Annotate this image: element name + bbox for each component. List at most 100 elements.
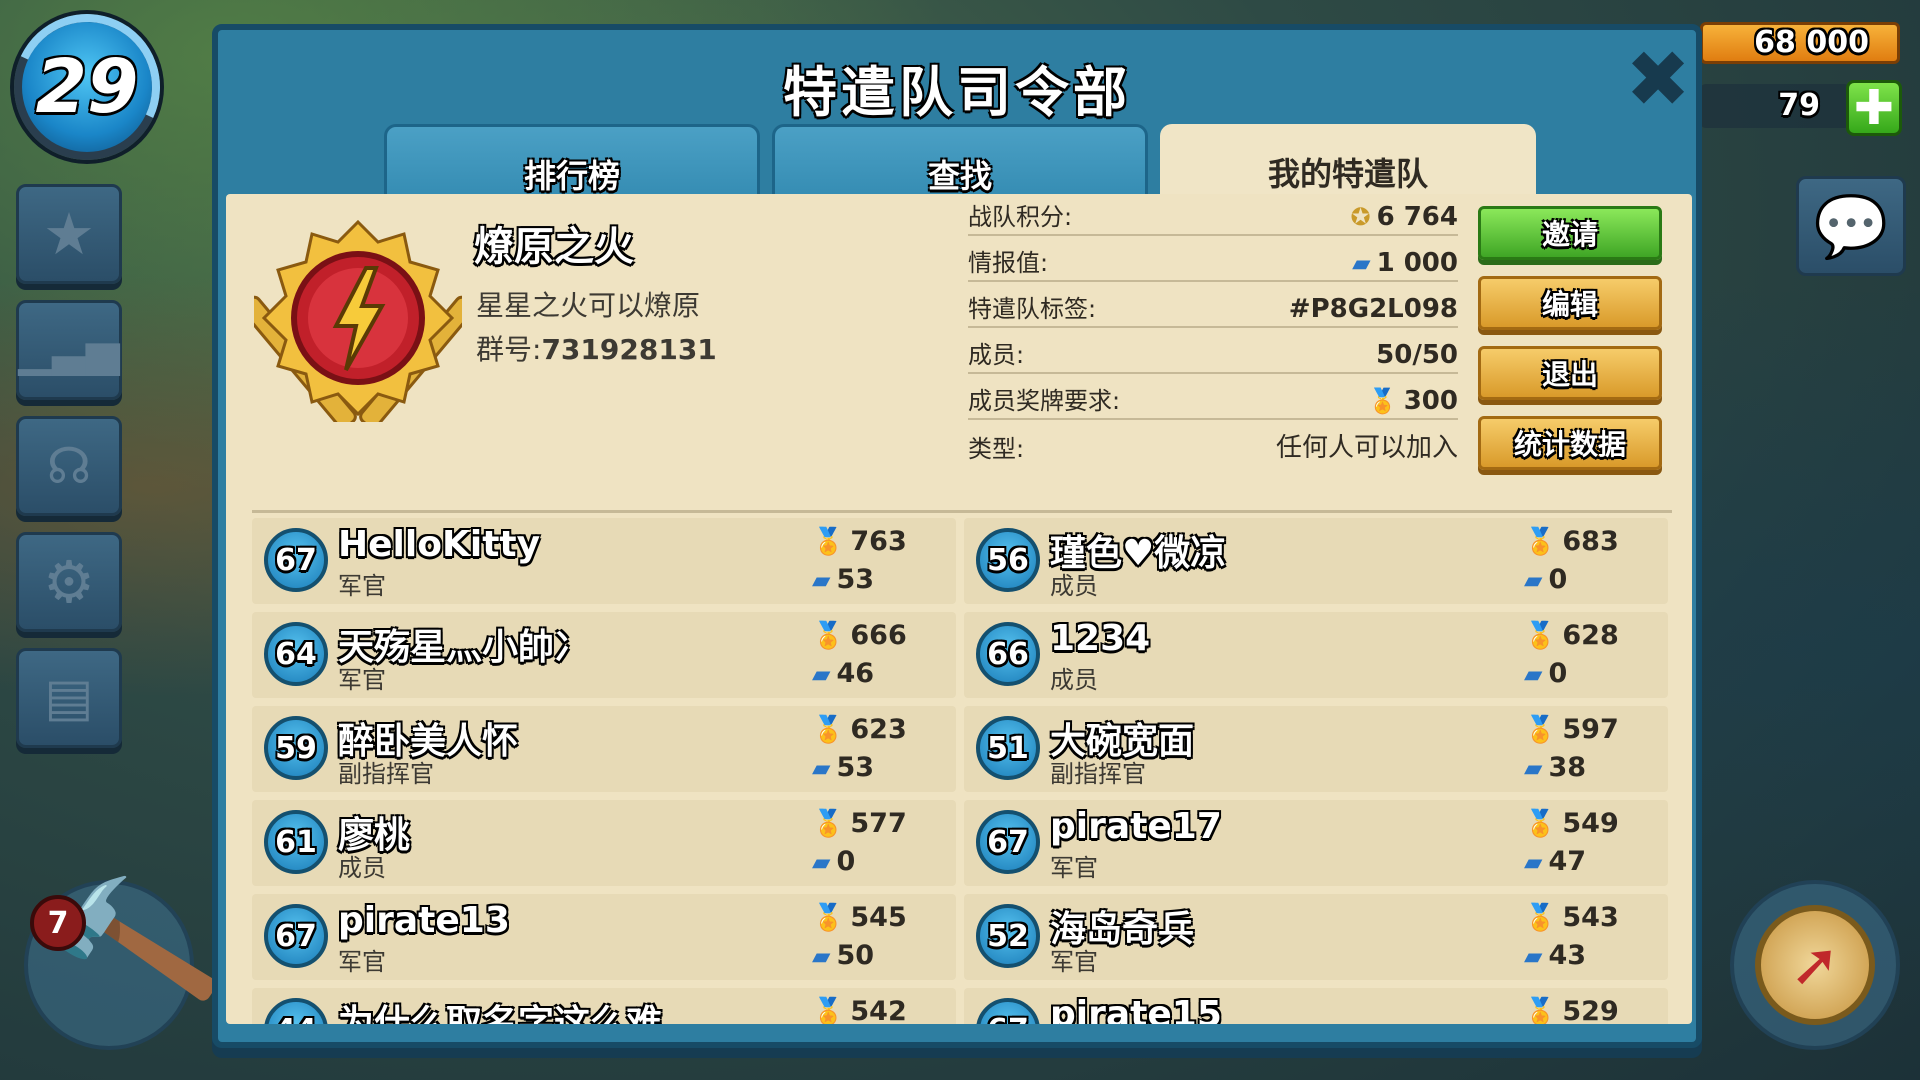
member-card[interactable]: 66 1234 成员 🏅 628 ▰ 0 — [964, 612, 1668, 698]
member-medals: 597 — [1562, 714, 1619, 745]
member-card[interactable]: 56 瑾色♥微凉 成员 🏅 683 ▰ 0 — [964, 518, 1668, 604]
intel-icon: ▰ — [812, 847, 831, 876]
member-card[interactable]: 67 pirate15 🏅529 — [964, 988, 1668, 1024]
member-role: 成员 — [338, 854, 386, 882]
intel-icon: ▰ — [1352, 249, 1371, 277]
member-card[interactable]: 52 海岛奇兵 军官 🏅 543 ▰ 43 — [964, 894, 1668, 980]
leaderboard-icon: ▁▃▅ — [18, 324, 120, 376]
member-card[interactable]: 51 大碗宽面 副指挥官 🏅 597 ▰ 38 — [964, 706, 1668, 792]
taskforce-hq-dialog: 特遣队司令部 ✖ 排行榜 查找 我的特遣队 燎原之火 星星之火可以燎原 群号:7… — [212, 24, 1702, 1048]
member-role: 军官 — [1050, 948, 1098, 976]
medal-icon: 🏅 — [1524, 808, 1557, 839]
leaderboard-button[interactable]: ▁▃▅ — [16, 300, 122, 400]
stat-team-score: 战队积分: ✪ 6 764 — [968, 198, 1458, 236]
member-medals: 628 — [1562, 620, 1619, 651]
member-intel: 50 — [836, 940, 875, 971]
intel-icon: ▰ — [812, 941, 831, 970]
medal-icon: 🏅 — [1524, 526, 1557, 557]
plus-icon: ✚ — [1853, 80, 1895, 136]
member-medals: 549 — [1562, 808, 1619, 839]
member-intel: 43 — [1548, 940, 1587, 971]
member-medals: 623 — [850, 714, 907, 745]
player-level-badge[interactable]: 29 — [0, 0, 181, 181]
medal-icon: 🏅 — [1524, 714, 1557, 745]
member-intel: 53 — [836, 752, 875, 783]
gear-icon: ⚙ — [43, 548, 95, 616]
member-level-badge: 44 — [264, 998, 328, 1024]
intel-icon: ▰ — [1524, 659, 1543, 688]
member-name: 1234 — [1050, 618, 1151, 659]
member-card[interactable]: 44 为什么取名字这么难 🏅542 — [252, 988, 956, 1024]
close-button[interactable]: ✖ — [1618, 40, 1698, 120]
member-role: 军官 — [338, 572, 386, 600]
dialog-title: 特遣队司令部 — [783, 61, 1131, 124]
diamond-counter: 79 — [1700, 84, 1850, 128]
member-role: 军官 — [338, 666, 386, 694]
stat-taskforce-tag: 特遣队标签: #P8G2L098 — [968, 290, 1458, 328]
member-name: pirate13 — [338, 900, 510, 941]
edit-button[interactable]: 编辑 — [1478, 276, 1662, 330]
builder-count-badge: 7 — [30, 895, 86, 951]
member-level-badge: 66 — [976, 622, 1040, 686]
member-card[interactable]: 59 醉卧美人怀 副指挥官 🏅 623 ▰ 53 — [252, 706, 956, 792]
member-level-badge: 64 — [264, 622, 328, 686]
stat-type: 类型: 任何人可以加入 — [968, 433, 1458, 463]
stat-intel: 情报值: ▰ 1 000 — [968, 244, 1458, 282]
compass-icon: ➚ — [1755, 905, 1875, 1025]
achievements-button[interactable]: ★ — [16, 184, 122, 284]
member-role: 副指挥官 — [1050, 760, 1146, 788]
member-level-badge: 51 — [976, 716, 1040, 780]
statistics-button[interactable]: 统计数据 — [1478, 416, 1662, 470]
my-taskforce-panel: 燎原之火 星星之火可以燎原 群号:731928131 战队积分: ✪ 6 764 … — [226, 194, 1692, 1024]
close-icon: ✖ — [1625, 35, 1691, 125]
member-medals: 763 — [850, 526, 907, 557]
member-card[interactable]: 64 天殇星灬小帥冫 军官 🏅 666 ▰ 46 — [252, 612, 956, 698]
add-diamonds-button[interactable]: ✚ — [1846, 80, 1902, 136]
medal-icon: 🏅 — [1524, 996, 1557, 1025]
member-list[interactable]: 67 HelloKitty 军官 🏅 763 ▰ 53 56 瑾色♥微凉 成员 🏅 6… — [226, 514, 1692, 1024]
taskforce-name: 燎原之火 — [474, 224, 634, 270]
invite-button[interactable]: 邀请 — [1478, 206, 1662, 260]
chat-button[interactable]: 💬 — [1796, 176, 1906, 276]
news-button[interactable]: ▤ — [16, 648, 122, 748]
taskforce-group-number: 群号:731928131 — [476, 333, 717, 366]
settings-button[interactable]: ⚙ — [16, 532, 122, 632]
member-role: 军官 — [1050, 854, 1098, 882]
intel-icon: ▰ — [1524, 753, 1543, 782]
member-card[interactable]: 67 pirate17 军官 🏅 549 ▰ 47 — [964, 800, 1668, 886]
compass-button[interactable]: ➚ — [1730, 880, 1900, 1050]
member-role: 副指挥官 — [338, 760, 434, 788]
member-level-badge: 67 — [976, 810, 1040, 874]
member-intel: 38 — [1548, 752, 1587, 783]
member-role: 军官 — [338, 948, 386, 976]
medal-icon: 🏅 — [1367, 387, 1398, 415]
member-medals: 529 — [1562, 996, 1619, 1024]
member-intel: 46 — [836, 658, 875, 689]
leave-button[interactable]: 退出 — [1478, 346, 1662, 400]
member-intel: 53 — [836, 564, 875, 595]
member-level-badge: 67 — [264, 904, 328, 968]
member-level-badge: 67 — [976, 998, 1040, 1024]
member-medals: 577 — [850, 808, 907, 839]
member-card[interactable]: 67 pirate13 军官 🏅 545 ▰ 50 — [252, 894, 956, 980]
member-intel: 0 — [1548, 658, 1568, 689]
news-icon: ▤ — [44, 668, 94, 728]
star-icon: ★ — [43, 200, 95, 268]
member-medals: 543 — [1562, 902, 1619, 933]
member-intel: 0 — [1548, 564, 1568, 595]
intel-icon: ▰ — [812, 565, 831, 594]
member-intel: 0 — [836, 846, 856, 877]
member-card[interactable]: 61 廖桃 成员 🏅 577 ▰ 0 — [252, 800, 956, 886]
gold-counter: 68 000 — [1700, 22, 1900, 64]
member-name: pirate17 — [1050, 806, 1222, 847]
medal-icon: 🏅 — [812, 526, 845, 557]
member-name: 为什么取名字这么难 — [338, 1003, 663, 1024]
intel-icon: ▰ — [812, 659, 831, 688]
intel-icon: ▰ — [1524, 941, 1543, 970]
taskforce-button[interactable]: ☊ — [16, 416, 122, 516]
member-level-badge: 56 — [976, 528, 1040, 592]
medal-icon: 🏅 — [812, 996, 845, 1025]
member-card[interactable]: 67 HelloKitty 军官 🏅 763 ▰ 53 — [252, 518, 956, 604]
member-level-badge: 67 — [264, 528, 328, 592]
stat-medal-requirement: 成员奖牌要求: 🏅 300 — [968, 382, 1458, 420]
